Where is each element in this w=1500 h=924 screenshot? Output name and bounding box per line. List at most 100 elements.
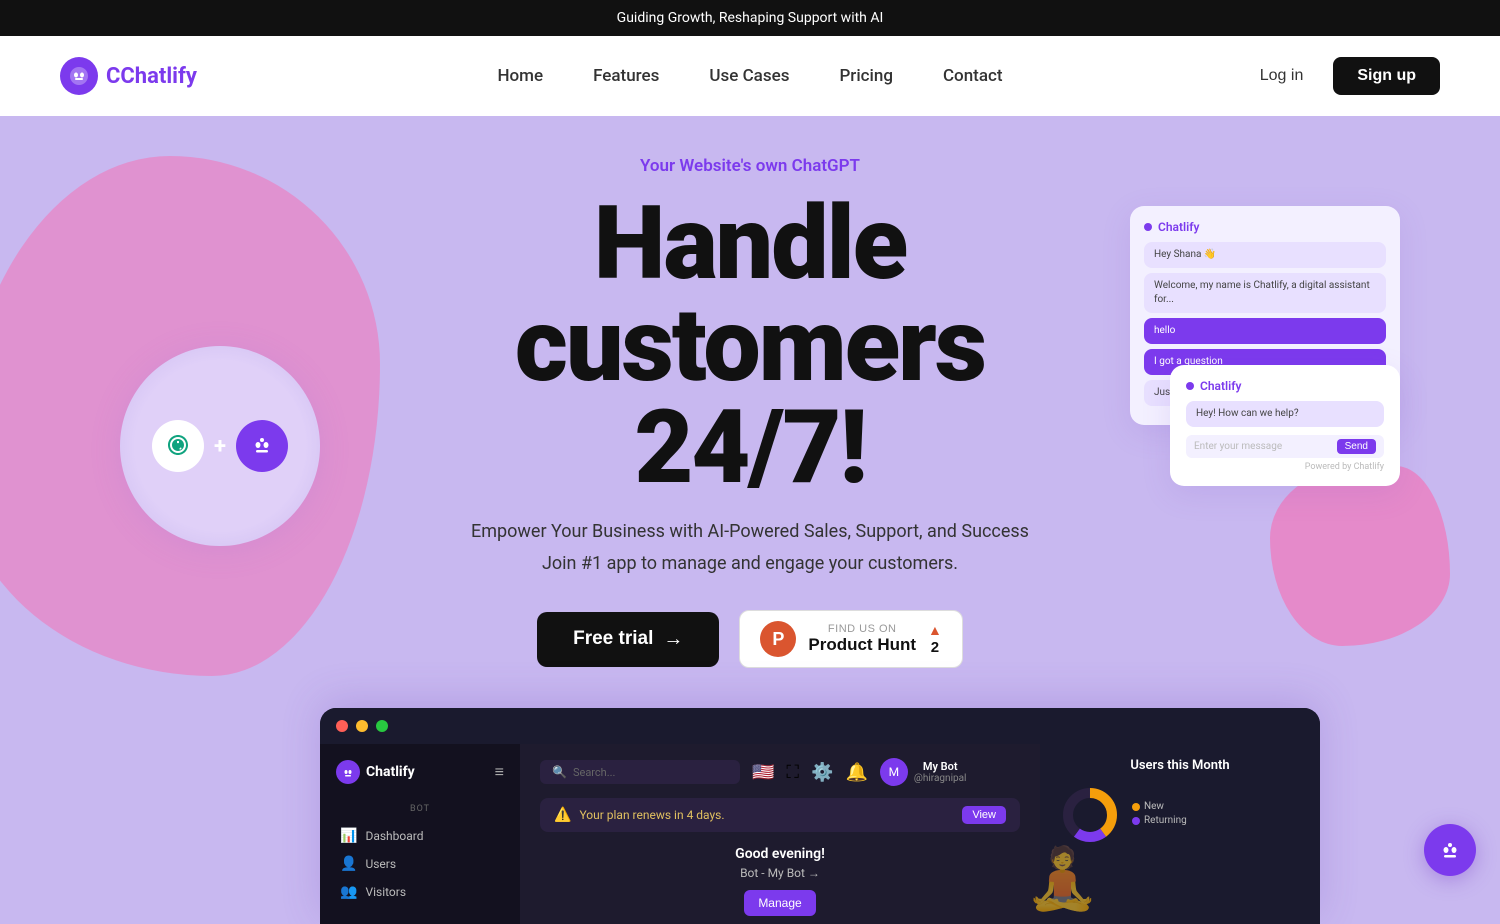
dashboard-preview: Chatlify ≡ BOT 📊 Dashboard 👤 Users 👥 xyxy=(320,708,1320,924)
donut-chart xyxy=(1060,785,1120,845)
dashboard-titlebar xyxy=(320,708,1320,744)
expand-icon[interactable]: ⛶ xyxy=(786,762,799,783)
user-profile[interactable]: M My Bot @hiragnipal xyxy=(880,758,967,786)
manage-button[interactable]: Manage xyxy=(744,890,815,916)
dash-menu-toggle[interactable]: ≡ xyxy=(495,762,504,782)
product-hunt-button[interactable]: P FIND US ON Product Hunt ▲ 2 xyxy=(739,610,963,668)
dash-logo: Chatlify ≡ xyxy=(336,760,504,784)
logo-link[interactable]: CChatlify xyxy=(60,57,197,95)
alert-text: Your plan renews in 4 days. xyxy=(579,808,724,822)
user-handle: @hiragnipal xyxy=(914,773,967,784)
free-trial-label: Free trial xyxy=(573,628,653,650)
nav-dashboard-label: Dashboard xyxy=(365,829,423,843)
flag-icon[interactable]: 🇺🇸 xyxy=(752,762,774,783)
bot-icon xyxy=(236,420,288,472)
user-name: My Bot xyxy=(914,760,967,773)
settings-icon[interactable]: ⚙️ xyxy=(811,762,833,783)
login-button[interactable]: Log in xyxy=(1242,59,1322,93)
chat-card-1-header: Chatlify xyxy=(1144,220,1386,234)
donut-chart-area: New Returning xyxy=(1060,785,1300,845)
hero-title-line3: 24/7! xyxy=(634,387,865,507)
product-hunt-votes: ▲ 2 xyxy=(928,622,942,656)
dash-logo-icon xyxy=(336,760,360,784)
legend-item-2: Returning xyxy=(1132,815,1187,826)
figure-illustration: 🧘 xyxy=(1025,843,1100,914)
search-icon: 🔍 xyxy=(552,765,567,779)
nav-item-pricing[interactable]: Pricing xyxy=(839,66,893,86)
nav-visitors-label: Visitors xyxy=(365,885,406,899)
dashboard-icon: 📊 xyxy=(340,828,357,844)
dashboard-body: Chatlify ≡ BOT 📊 Dashboard 👤 Users 👥 xyxy=(320,744,1320,924)
alert-view-button[interactable]: View xyxy=(962,806,1006,824)
search-placeholder: Search... xyxy=(573,766,616,779)
legend-item-1: New xyxy=(1132,801,1187,812)
donut-legend: New Returning xyxy=(1132,801,1187,829)
dash-nav-visitors[interactable]: 👥 Visitors xyxy=(336,878,504,906)
banner-text: Guiding Growth, Reshaping Support with A… xyxy=(617,10,884,26)
alert-icon: ⚠️ xyxy=(554,807,571,823)
nav-item-features[interactable]: Features xyxy=(593,66,659,86)
dash-bot-name: Bot - My Bot → xyxy=(540,866,1020,880)
nav-item-use-cases[interactable]: Use Cases xyxy=(709,66,789,86)
logo-text: CChatlify xyxy=(106,64,197,89)
nav-actions: Log in Sign up xyxy=(1242,57,1440,95)
dash-nav-dashboard[interactable]: 📊 Dashboard xyxy=(336,822,504,850)
search-bar[interactable]: 🔍 Search... xyxy=(540,760,740,784)
nav-item-home[interactable]: Home xyxy=(497,66,543,86)
blob-right-decoration xyxy=(1270,466,1450,646)
powered-by: Powered by Chatlify xyxy=(1186,462,1384,472)
hero-subtitle2: Join #1 app to manage and engage your cu… xyxy=(320,553,1180,574)
visitors-icon: 👥 xyxy=(340,884,357,900)
navbar: CChatlify Home Features Use Cases Pricin… xyxy=(0,36,1500,116)
free-trial-button[interactable]: Free trial → xyxy=(537,612,719,667)
titlebar-dot-red xyxy=(336,720,348,732)
dashboard-right-panel: Users this Month New xyxy=(1040,744,1320,924)
chat-input-row[interactable]: Enter your message Send xyxy=(1186,435,1384,458)
chat-card-2-msg: Hey! How can we help? xyxy=(1186,401,1384,427)
legend-dot-1 xyxy=(1132,803,1140,811)
avatar: M xyxy=(880,758,908,786)
chat-card-2: Chatlify Hey! How can we help? Enter you… xyxy=(1170,365,1400,486)
chat-preview-cards: Chatlify Hey Shana 👋 Welcome, my name is… xyxy=(1130,206,1400,486)
chat-card-2-header: Chatlify xyxy=(1186,379,1384,393)
dash-greeting: Good evening! xyxy=(540,846,1020,862)
dashboard-sidebar: Chatlify ≡ BOT 📊 Dashboard 👤 Users 👥 xyxy=(320,744,520,924)
hero-actions: Free trial → P FIND US ON Product Hunt ▲… xyxy=(320,610,1180,668)
dashboard-main: 🔍 Search... 🇺🇸 ⛶ ⚙️ 🔔 M My Bot @hiragnip… xyxy=(520,744,1040,924)
ph-vote-arrow: ▲ xyxy=(928,622,942,638)
hero-tag: Your Website's own ChatGPT xyxy=(320,156,1180,176)
chat-bubble-user1: hello xyxy=(1144,318,1386,344)
bell-icon[interactable]: 🔔 xyxy=(845,762,867,783)
nav-item-contact[interactable]: Contact xyxy=(943,66,1003,86)
users-icon: 👤 xyxy=(340,856,357,872)
users-this-month-title: Users this Month xyxy=(1060,758,1300,773)
hero-section: + Chatlify Hey Shana 👋 Welcome, my name … xyxy=(0,116,1500,924)
chat-send-button[interactable]: Send xyxy=(1337,439,1376,454)
legend-dot-2 xyxy=(1132,817,1140,825)
product-hunt-icon: P xyxy=(760,621,796,657)
dash-logo-text: Chatlify xyxy=(366,764,415,780)
dash-bot-label: BOT xyxy=(336,804,504,814)
top-banner: Guiding Growth, Reshaping Support with A… xyxy=(0,0,1500,36)
product-hunt-text: FIND US ON Product Hunt xyxy=(808,623,916,655)
chat-card-2-dot xyxy=(1186,382,1194,390)
chat-bubble-greeting: Hey Shana 👋 xyxy=(1144,242,1386,268)
product-hunt-name: Product Hunt xyxy=(808,635,916,655)
nav-users-label: Users xyxy=(365,857,396,871)
signup-button[interactable]: Sign up xyxy=(1333,57,1440,95)
chat-input-placeholder: Enter your message xyxy=(1194,441,1333,452)
openai-icon xyxy=(152,420,204,472)
ph-vote-count: 2 xyxy=(931,639,939,656)
product-hunt-find-us: FIND US ON xyxy=(808,623,916,635)
chat-status-dot xyxy=(1144,223,1152,231)
floating-bot-icon xyxy=(1436,836,1464,864)
nav-links: Home Features Use Cases Pricing Contact xyxy=(497,66,1002,86)
titlebar-dot-green xyxy=(376,720,388,732)
hero-title: Handle customers 24/7! xyxy=(320,192,1180,498)
plus-icon: + xyxy=(214,434,226,459)
dash-topbar: 🔍 Search... 🇺🇸 ⛶ ⚙️ 🔔 M My Bot @hiragnip… xyxy=(540,758,1020,786)
floating-bot-widget[interactable] xyxy=(1424,824,1476,876)
alert-bar: ⚠️ Your plan renews in 4 days. View xyxy=(540,798,1020,832)
logo-icon xyxy=(60,57,98,95)
dash-nav-users[interactable]: 👤 Users xyxy=(336,850,504,878)
